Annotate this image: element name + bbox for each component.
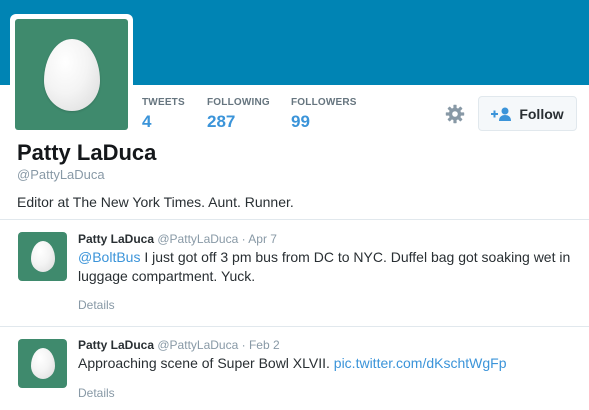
follow-label: Follow	[519, 105, 564, 122]
profile-bio: Editor at The New York Times. Aunt. Runn…	[17, 194, 294, 210]
stat-label: FOLLOWERS	[291, 97, 357, 108]
stat-tweets[interactable]: TWEETS 4	[142, 97, 207, 132]
egg-icon	[30, 348, 55, 379]
tweet-author-name[interactable]: Patty LaDuca	[78, 232, 154, 246]
profile-stats: TWEETS 4 FOLLOWING 287 FOLLOWERS 99	[142, 97, 371, 132]
stat-following[interactable]: FOLLOWING 287	[207, 97, 291, 132]
tweet-separator: ·	[238, 338, 249, 352]
tweet-header: Patty LaDuca @PattyLaDuca · Feb 2	[78, 338, 280, 352]
tweet-body: Approaching scene of Super Bowl XLVII.	[78, 355, 334, 371]
gear-icon[interactable]	[444, 103, 466, 125]
tweet-text: @BoltBus I just got off 3 pm bus from DC…	[78, 248, 578, 286]
stat-value: 4	[142, 112, 152, 131]
tweet-author-handle[interactable]: @PattyLaDuca	[157, 338, 238, 352]
stat-label: TWEETS	[142, 97, 185, 108]
egg-icon	[43, 38, 100, 111]
stat-value: 99	[291, 112, 310, 131]
tweet-date[interactable]: Feb 2	[249, 338, 280, 352]
tweet-date[interactable]: Apr 7	[248, 232, 277, 246]
tweet-body: I just got off 3 pm bus from DC to NYC. …	[78, 249, 571, 284]
tweet-author-name[interactable]: Patty LaDuca	[78, 338, 154, 352]
stat-value: 287	[207, 112, 236, 131]
add-user-icon	[491, 107, 512, 121]
tweet-header: Patty LaDuca @PattyLaDuca · Apr 7	[78, 232, 277, 246]
tweet-item[interactable]: Patty LaDuca @PattyLaDuca · Apr 7 @BoltB…	[0, 220, 589, 326]
profile-avatar[interactable]	[10, 14, 133, 135]
profile-handle[interactable]: @PattyLaDuca	[17, 167, 105, 182]
tweet-details-link[interactable]: Details	[78, 298, 115, 312]
tweet-details-link[interactable]: Details	[78, 386, 115, 400]
tweet-media-link[interactable]: pic.twitter.com/dKschtWgFp	[334, 355, 507, 371]
tweet-item[interactable]: Patty LaDuca @PattyLaDuca · Feb 2 Approa…	[0, 327, 589, 410]
avatar-background	[15, 19, 128, 130]
egg-icon	[30, 241, 55, 272]
tweet-mention-link[interactable]: @BoltBus	[78, 249, 140, 265]
tweet-avatar[interactable]	[18, 339, 67, 388]
follow-button[interactable]: Follow	[478, 96, 577, 131]
tweet-separator: ·	[238, 232, 249, 246]
profile-name: Patty LaDuca	[17, 140, 157, 165]
tweet-author-handle[interactable]: @PattyLaDuca	[157, 232, 238, 246]
tweet-text: Approaching scene of Super Bowl XLVII. p…	[78, 354, 578, 373]
stat-followers[interactable]: FOLLOWERS 99	[291, 97, 371, 132]
stat-label: FOLLOWING	[207, 97, 270, 108]
tweet-avatar[interactable]	[18, 232, 67, 281]
